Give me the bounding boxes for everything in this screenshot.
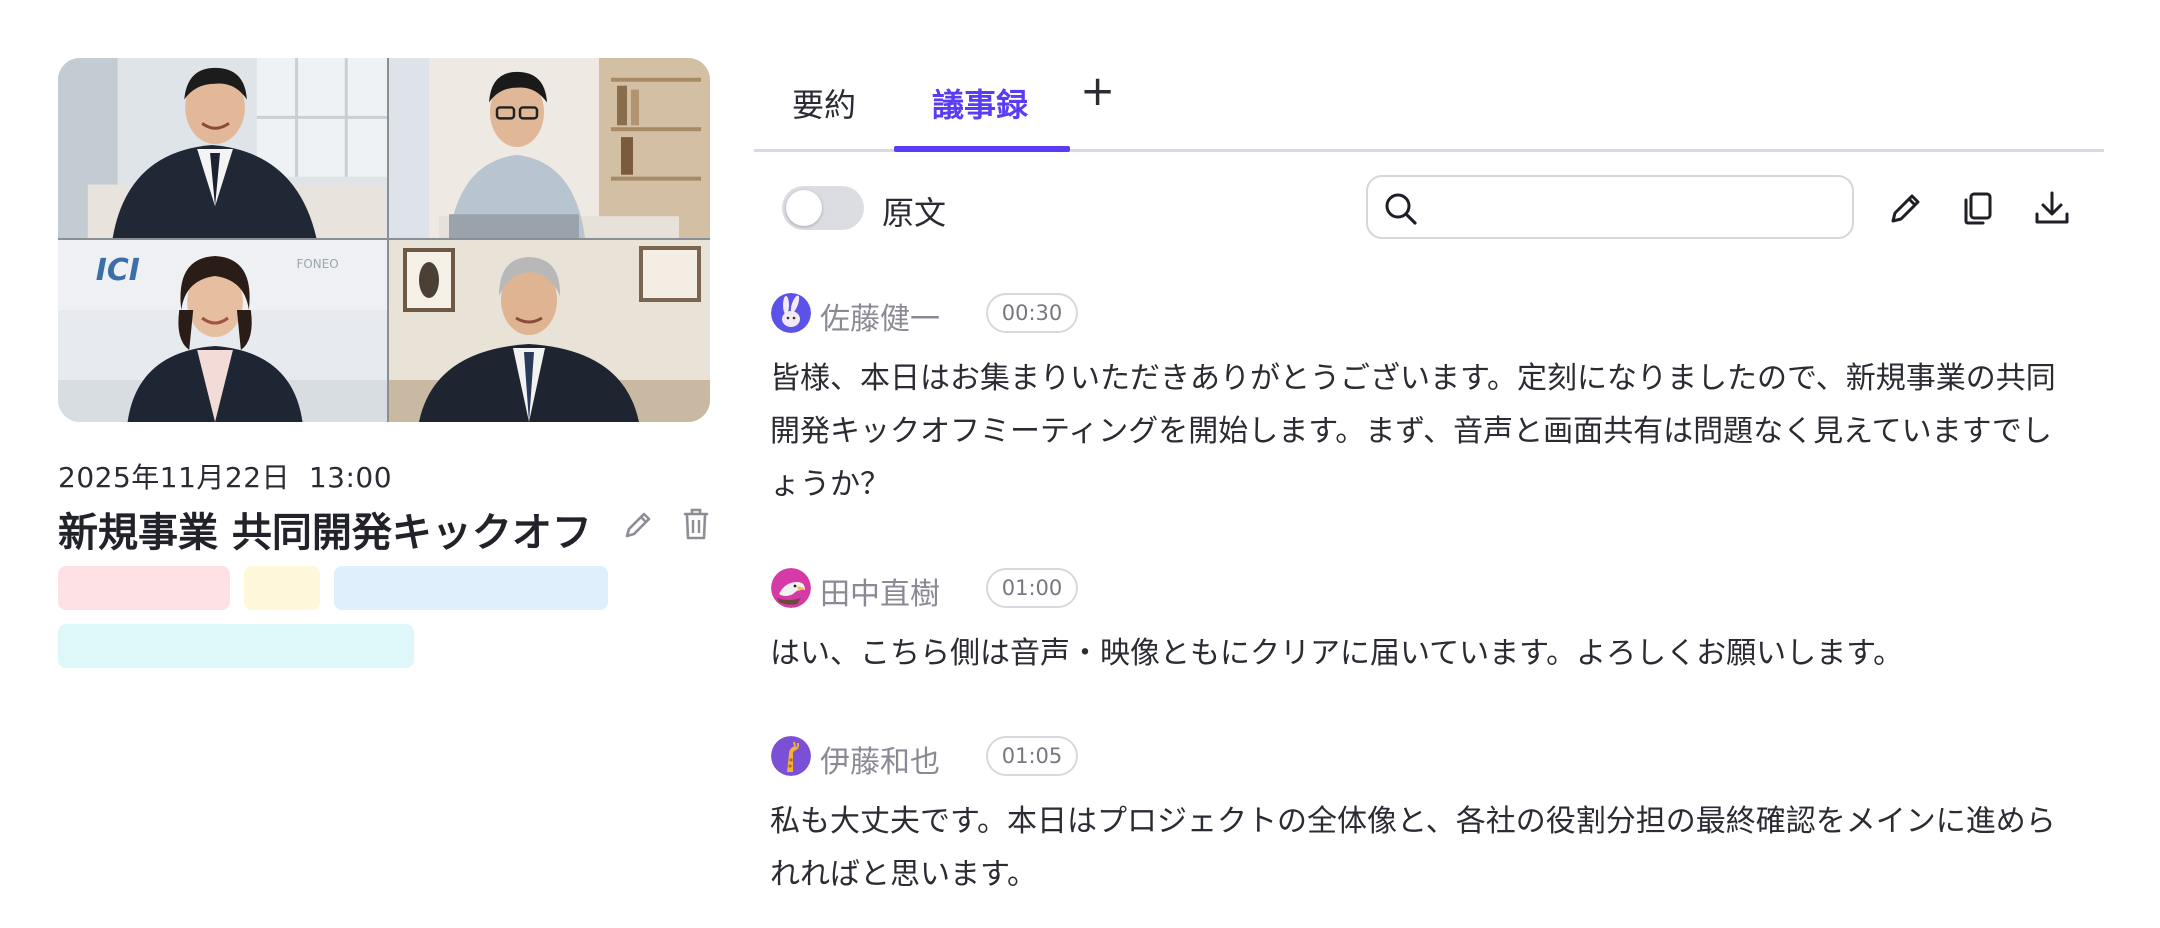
speaker-name: 田中直樹: [820, 577, 940, 612]
speaker-row: 佐藤健一 00:30: [770, 290, 2100, 337]
copy-transcript-button[interactable]: [1956, 186, 2000, 230]
edit-transcript-button[interactable]: [1884, 186, 1928, 230]
delete-meeting-button[interactable]: [676, 504, 716, 544]
transcript-entry: 田中直樹 01:00 はい、こちら側は音声・映像ともにクリアに届いています。よろ…: [770, 565, 2100, 671]
copy-icon: [1964, 192, 1992, 225]
participant-video-tile: [58, 58, 389, 240]
eagle-avatar-icon: [771, 568, 811, 608]
rabbit-avatar-icon: [771, 293, 811, 333]
timestamp-badge[interactable]: 01:00: [986, 568, 1078, 608]
timestamp-badge[interactable]: 00:30: [986, 293, 1078, 333]
search-icon: [1385, 193, 1417, 225]
utterance-text: 皆様、本日はお集まりいただきありがとうございます。定刻になりましたので、新規事業…: [770, 361, 2056, 502]
speaker-row: 田中直樹 01:00: [770, 565, 2100, 612]
pencil-icon: [1891, 194, 1920, 223]
meeting-video-thumbnail[interactable]: ICI FONEO: [58, 58, 710, 422]
wall-logo-text: ICI: [96, 253, 140, 288]
tab-minutes[interactable]: 議事録: [932, 80, 1028, 126]
download-icon: [2035, 191, 2069, 224]
transcript-entry: 伊藤和也 01:05 私も大丈夫です。本日はプロジェクトの全体像と、各社の役割分…: [770, 733, 2100, 892]
meeting-datetime: 2025年11月22日 13:00: [58, 456, 392, 496]
add-tab-button[interactable]: +: [1080, 70, 1115, 112]
timestamp-badge[interactable]: 01:05: [986, 736, 1078, 776]
search-input[interactable]: [1430, 187, 1840, 229]
meeting-tag[interactable]: [58, 624, 414, 668]
meeting-tag[interactable]: [244, 566, 320, 610]
wall-logo-text-secondary: FONEO: [297, 257, 339, 271]
meeting-tag[interactable]: [334, 566, 608, 610]
content-tabs: 要約 議事録 +: [754, 60, 2104, 152]
active-tab-indicator: [894, 146, 1070, 152]
pencil-icon: [625, 512, 651, 538]
trash-icon: [683, 508, 709, 540]
meeting-date: 2025年11月22日: [58, 461, 291, 494]
utterance-text: はい、こちら側は音声・映像ともにクリアに届いています。よろしくお願いします。: [770, 636, 1904, 671]
toggle-knob: [786, 190, 822, 226]
meeting-tag[interactable]: [58, 566, 230, 610]
utterance-text: 私も大丈夫です。本日はプロジェクトの全体像と、各社の役割分担の最終確認をメインに…: [770, 804, 2056, 892]
transcript-entry: 佐藤健一 00:30 皆様、本日はお集まりいただきありがとうございます。定刻にな…: [770, 290, 2100, 502]
participant-video-tile: [389, 58, 710, 240]
giraffe-avatar-icon: [771, 736, 811, 776]
participant-video-tile: [389, 240, 710, 422]
search-box[interactable]: [1366, 175, 1854, 239]
speaker-row: 伊藤和也 01:05: [770, 733, 2100, 780]
download-transcript-button[interactable]: [2030, 186, 2074, 230]
speaker-name: 佐藤健一: [820, 302, 940, 337]
original-text-label: 原文: [882, 194, 947, 232]
meeting-time: 13:00: [308, 461, 393, 494]
edit-title-button[interactable]: [618, 505, 658, 545]
original-text-toggle[interactable]: [782, 186, 864, 230]
participant-video-tile: ICI FONEO: [58, 240, 389, 422]
meeting-title: 新規事業 共同開発キックオフ: [58, 510, 592, 556]
speaker-name: 伊藤和也: [820, 745, 940, 780]
tab-summary[interactable]: 要約: [792, 80, 856, 126]
